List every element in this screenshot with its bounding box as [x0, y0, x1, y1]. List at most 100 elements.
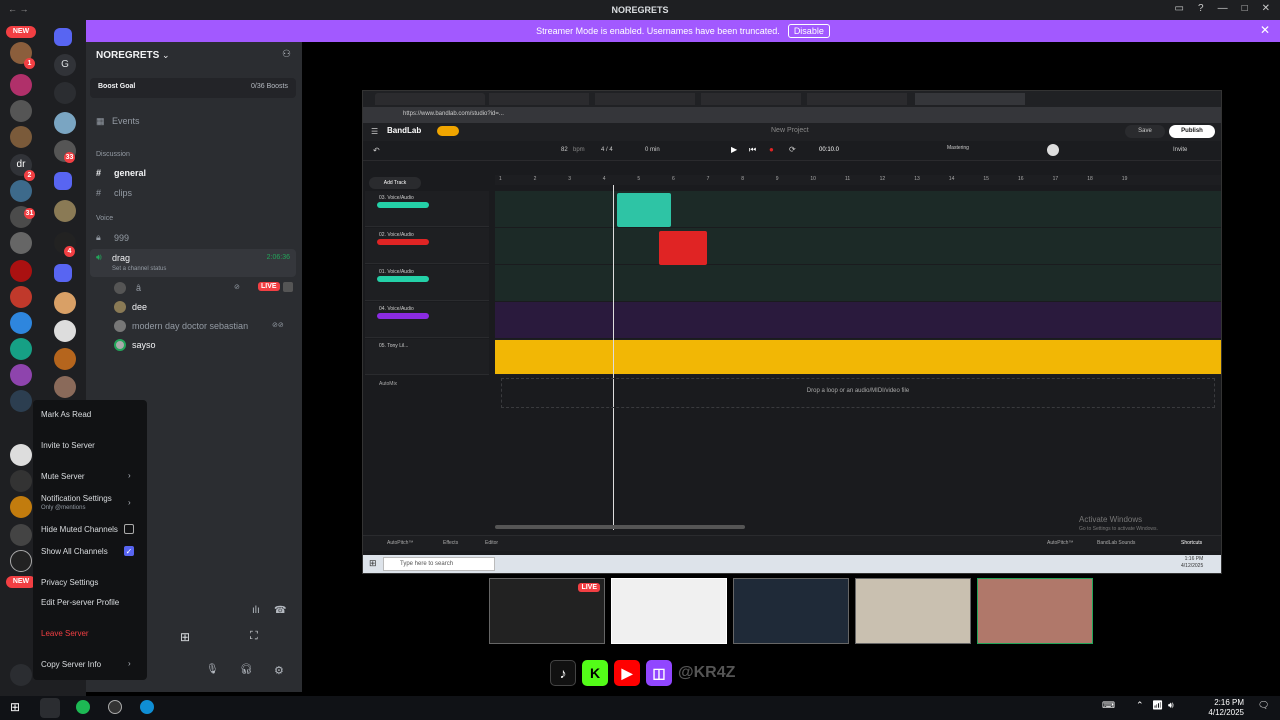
server-icon[interactable] [10, 470, 32, 492]
server-icon[interactable] [54, 82, 76, 104]
server-icon[interactable] [10, 496, 32, 518]
show-all-checkbox[interactable]: ✓ [124, 546, 134, 556]
record-icon[interactable]: ● [769, 145, 774, 154]
help-icon[interactable]: ? [1198, 3, 1204, 14]
track-fx-chip[interactable] [377, 202, 429, 208]
key-display[interactable]: 0 min [645, 147, 660, 153]
server-icon[interactable] [54, 292, 76, 314]
server-icon[interactable] [10, 286, 32, 308]
minimize-icon[interactable]: — [1218, 3, 1228, 14]
server-icon[interactable] [54, 28, 72, 46]
track-lane[interactable] [495, 302, 1221, 338]
stream-tile[interactable] [733, 578, 849, 644]
address-bar[interactable]: https://www.bandlab.com/studio?id=... [363, 107, 1221, 123]
browser-tab[interactable] [489, 93, 589, 105]
voice-user[interactable]: dee [132, 302, 147, 312]
server-icon[interactable] [54, 172, 72, 190]
disconnect-icon[interactable]: ☎ [274, 605, 286, 616]
windows-start-icon[interactable]: ⊞ [10, 700, 20, 714]
close-icon[interactable]: ✕ [1262, 3, 1270, 14]
tab-lyrics[interactable]: AutoPitch™ [1047, 540, 1073, 546]
invite-button[interactable]: Invite [1173, 147, 1187, 153]
menu-hide-muted[interactable]: Hide Muted Channels [41, 525, 118, 534]
inner-search-box[interactable]: Type here to search [383, 557, 495, 571]
hamburger-icon[interactable]: ☰ [371, 127, 378, 136]
server-icon[interactable] [10, 126, 32, 148]
voice-channel-drag-row[interactable]: 🔊︎ drag 2:06:36 Set a channel status [90, 249, 296, 277]
server-icon[interactable] [10, 550, 32, 572]
server-icon[interactable] [10, 100, 32, 122]
publish-button[interactable]: Publish [1169, 125, 1215, 138]
track-fx-chip[interactable] [377, 276, 429, 282]
server-icon[interactable] [10, 524, 32, 546]
skip-back-icon[interactable]: ⏮ [749, 145, 756, 155]
user-avatar[interactable] [10, 664, 32, 686]
menu-notification-settings[interactable]: Notification Settings [41, 494, 112, 503]
track-row[interactable]: 01. Voice/Audio [365, 265, 489, 301]
hide-muted-checkbox[interactable] [124, 524, 134, 534]
stream-tile[interactable] [977, 578, 1093, 644]
soundboard-icon[interactable]: ılı [252, 605, 260, 616]
tab-autopitch[interactable]: AutoPitch™ [387, 540, 413, 546]
voice-user[interactable]: sayso [132, 340, 156, 350]
track-fx-chip[interactable] [377, 313, 429, 319]
mastering-button[interactable]: Mastering [947, 145, 969, 151]
loop-icon[interactable]: ⟳ [789, 145, 796, 154]
server-icon[interactable] [10, 312, 32, 334]
drop-zone[interactable]: Drop a loop or an audio/MIDI/video file [501, 378, 1215, 408]
windows-start-icon[interactable]: ⊞ [369, 558, 377, 569]
audio-clip-long[interactable] [495, 340, 1221, 374]
tray-chevron-icon[interactable]: ⌃ [1136, 700, 1144, 711]
server-icon[interactable] [10, 74, 32, 96]
keyboard-icon[interactable]: ⌨ [1102, 700, 1115, 711]
server-icon[interactable] [54, 348, 76, 370]
maximize-icon[interactable]: □ [1242, 3, 1248, 14]
stream-tile[interactable] [611, 578, 727, 644]
get-badge[interactable] [437, 126, 459, 136]
settings-gear-icon[interactable]: ⚙ [274, 664, 284, 677]
tab-effects[interactable]: Effects [443, 540, 458, 546]
menu-leave-server[interactable]: Leave Server [41, 629, 89, 638]
track-lane[interactable] [495, 191, 1221, 227]
horizontal-scrollbar[interactable] [495, 525, 745, 529]
voice-user[interactable]: modern day doctor sebastian [132, 321, 248, 331]
timeline-ruler[interactable]: 1 2 3 4 5 6 7 8 9 10 11 12 13 14 15 16 17 18 19 [495, 175, 1221, 185]
channel-status[interactable]: Set a channel status [112, 266, 166, 272]
play-icon[interactable]: ▶ [731, 145, 737, 154]
server-icon[interactable] [54, 320, 76, 342]
volume-knob[interactable] [1047, 144, 1059, 156]
voice-user[interactable]: â [136, 283, 141, 293]
project-name[interactable]: New Project [771, 127, 809, 134]
menu-privacy-settings[interactable]: Privacy Settings [41, 578, 98, 587]
server-icon[interactable] [10, 180, 32, 202]
wifi-icon[interactable]: 📶︎ [1152, 700, 1163, 711]
menu-copy-info[interactable]: Copy Server Info [41, 660, 101, 669]
server-icon[interactable] [10, 338, 32, 360]
events-link[interactable]: Events [112, 116, 140, 126]
menu-mute-server[interactable]: Mute Server [41, 472, 85, 481]
bpm-value[interactable]: 82 [561, 147, 568, 153]
track-fx-chip[interactable] [377, 239, 429, 245]
server-icon[interactable] [10, 260, 32, 282]
tab-editor[interactable]: Editor [485, 540, 498, 546]
track-row[interactable]: 02. Voice/Audio [365, 228, 489, 264]
volume-icon[interactable]: 🔊︎ [1168, 700, 1174, 711]
discord-taskbar-icon[interactable] [40, 698, 60, 718]
browser-tab[interactable] [807, 93, 907, 105]
category-discussion[interactable]: Discussion [96, 151, 130, 158]
activities-icon[interactable]: ⊞ [180, 630, 190, 644]
tab-shortcuts[interactable]: Shortcuts [1181, 540, 1202, 546]
server-icon[interactable] [54, 112, 76, 134]
track-row[interactable]: 05. Tony Lil... [365, 339, 489, 375]
server-icon[interactable] [54, 264, 72, 282]
bandlab-logo[interactable]: BandLab [387, 126, 421, 135]
menu-mark-as-read[interactable]: Mark As Read [41, 410, 91, 419]
stream-tile[interactable]: LIVE [489, 578, 605, 644]
channel-clips[interactable]: clips [114, 188, 132, 198]
track-lane[interactable] [495, 228, 1221, 264]
menu-invite[interactable]: Invite to Server [41, 441, 95, 450]
undo-icon[interactable]: ↶ [373, 146, 380, 155]
spotify-taskbar-icon[interactable] [76, 700, 90, 714]
server-icon[interactable] [10, 390, 32, 412]
server-icon-g[interactable]: G [54, 54, 76, 76]
